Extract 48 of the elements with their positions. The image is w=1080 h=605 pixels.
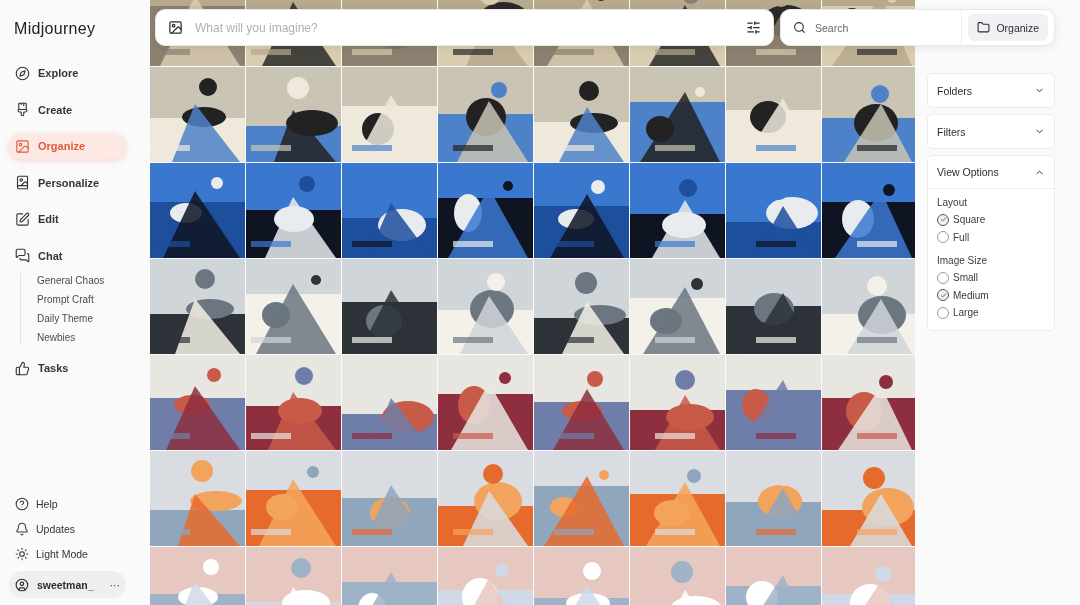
channel-link[interactable]: Daily Theme — [37, 311, 150, 326]
app-logo-text: Midjourney — [13, 20, 97, 38]
check-icon — [939, 291, 947, 299]
channel-link[interactable]: General Chaos — [37, 273, 150, 288]
user-menu[interactable]: sweetman_ ··· — [9, 571, 126, 598]
nav-item[interactable]: Personalize — [9, 169, 126, 196]
footer-link[interactable]: Updates — [15, 519, 150, 538]
radio-button[interactable] — [937, 289, 949, 302]
footer-link[interactable]: Help — [15, 494, 150, 513]
option-label: Large — [953, 307, 979, 319]
radio-button[interactable] — [937, 213, 949, 226]
nav-item[interactable]: Chat — [9, 242, 126, 269]
accordion-header[interactable]: Filters — [928, 115, 1054, 148]
nav-item[interactable]: Explore — [9, 60, 126, 86]
option-label: Medium — [953, 289, 989, 301]
option-label: Small — [953, 272, 978, 284]
compass-icon — [15, 65, 30, 81]
accordion-header[interactable]: Folders — [928, 74, 1054, 107]
book-image-icon — [15, 175, 30, 190]
nav-item[interactable]: Edit — [9, 206, 126, 232]
group-label: Layout — [937, 197, 969, 208]
pencil-square-icon — [15, 211, 30, 227]
radio-button[interactable] — [937, 271, 949, 284]
paintbrush-icon — [15, 102, 30, 117]
sun-icon — [15, 546, 29, 561]
option-label: Square — [953, 214, 986, 226]
prompt-field[interactable]: What will you imagine? — [193, 19, 736, 36]
username: sweetman_ — [36, 578, 94, 591]
organize-button[interactable]: Organize — [968, 14, 1048, 41]
thumbs-up-icon — [15, 360, 30, 376]
nav-item[interactable]: Create — [9, 96, 126, 123]
channel-link[interactable]: Prompt Craft — [37, 292, 150, 307]
footer-link[interactable]: Light Mode — [15, 544, 150, 563]
group-label: Image Size — [937, 255, 989, 266]
more-menu[interactable]: ··· — [109, 578, 120, 591]
nav-item[interactable]: Tasks — [9, 355, 126, 381]
user-icon — [15, 577, 29, 592]
option-label: Full — [953, 231, 970, 243]
radio-button[interactable] — [937, 231, 949, 244]
channel-link[interactable]: Newbies — [37, 330, 150, 345]
help-icon — [15, 496, 29, 511]
check-icon — [939, 216, 947, 224]
bell-icon — [15, 521, 29, 536]
chat-bubbles-icon — [15, 248, 30, 263]
radio-button[interactable] — [937, 306, 949, 319]
image-icon — [15, 138, 30, 154]
folder-icon — [977, 21, 991, 34]
accordion-header[interactable]: View Options — [928, 156, 1054, 189]
